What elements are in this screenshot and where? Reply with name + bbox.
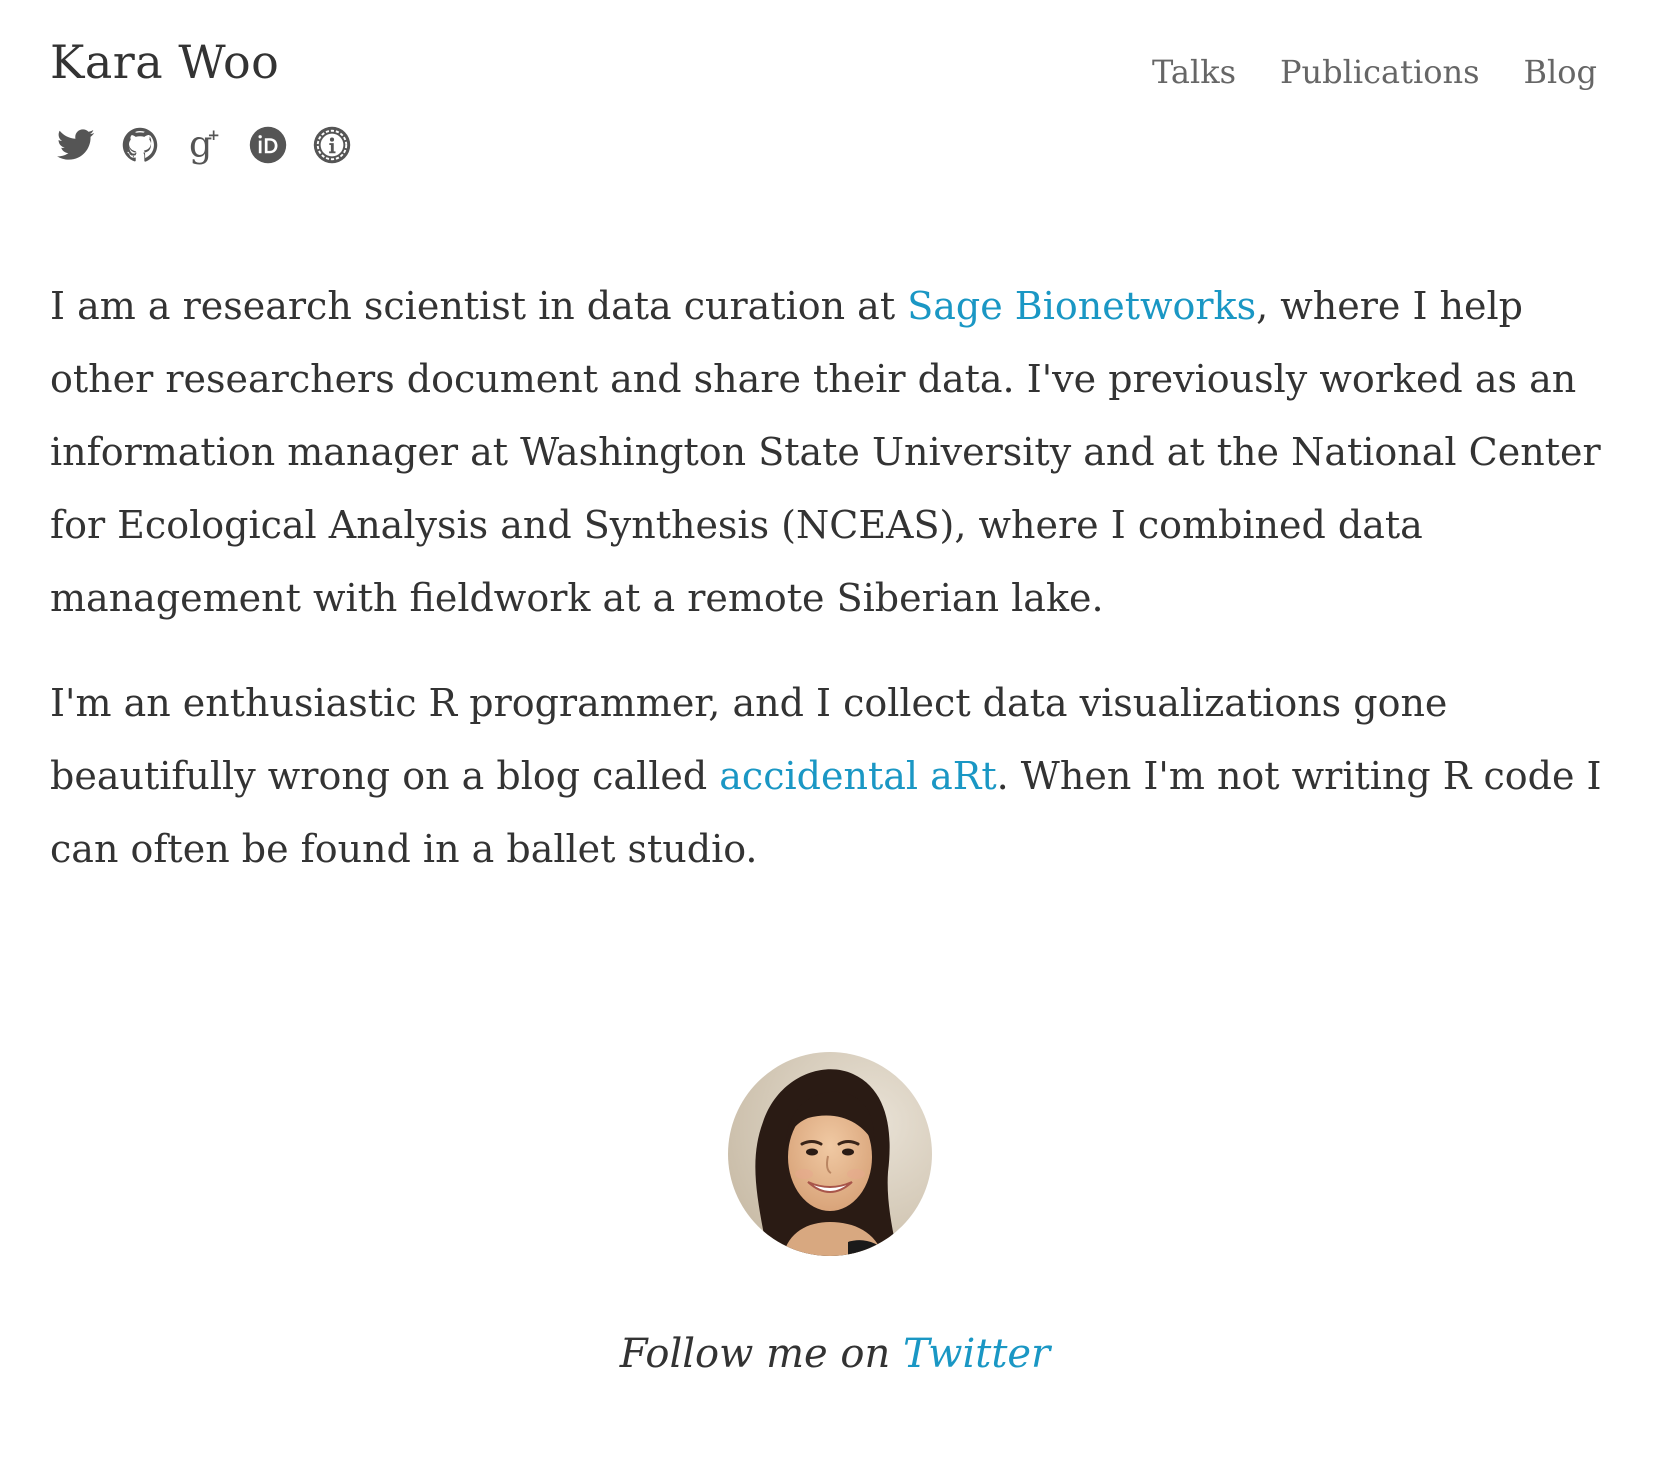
- nav-talks[interactable]: Talks: [1152, 50, 1236, 94]
- accidental-art-link[interactable]: accidental aRt: [719, 754, 996, 798]
- nav-blog[interactable]: Blog: [1524, 50, 1598, 94]
- github-icon[interactable]: [120, 125, 160, 165]
- twitter-follow-link[interactable]: Twitter: [903, 1331, 1050, 1377]
- google-scholar-icon[interactable]: g +: [184, 125, 224, 165]
- follow-line: Follow me on Twitter: [619, 1331, 1051, 1377]
- site-title[interactable]: Kara Woo: [50, 32, 279, 92]
- main-nav: Talks Publications Blog: [1152, 50, 1597, 94]
- nav-publications[interactable]: Publications: [1280, 50, 1479, 94]
- social-links: g +: [56, 125, 352, 165]
- twitter-icon[interactable]: [56, 125, 96, 165]
- avatar: [728, 1052, 932, 1256]
- bio-paragraph-1: I am a research scientist in data curati…: [50, 284, 1601, 620]
- svg-text:+: +: [207, 126, 220, 144]
- bio-content: I am a research scientist in data curati…: [50, 270, 1610, 918]
- sage-bionetworks-link[interactable]: Sage Bionetworks: [907, 284, 1256, 328]
- impactstory-icon[interactable]: [312, 125, 352, 165]
- bio-paragraph-2: I'm an enthusiastic R programmer, and I …: [50, 681, 1602, 871]
- orcid-icon[interactable]: [248, 125, 288, 165]
